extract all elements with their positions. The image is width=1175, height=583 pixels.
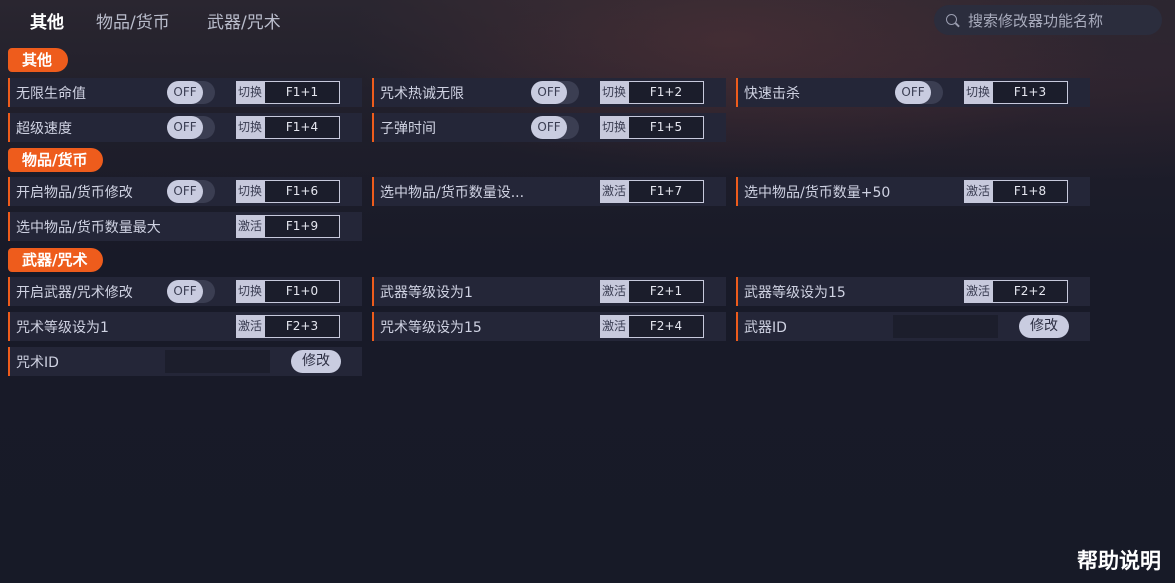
top-bar: 其他 物品/货币 武器/咒术 — [0, 0, 1175, 40]
toggle-state: OFF — [531, 116, 567, 139]
cheat-row-bullet-time: 子弹时间 OFF 切换 F1+5 — [372, 113, 726, 142]
activate-button[interactable]: 激活 — [236, 215, 264, 238]
switch-button[interactable]: 切换 — [236, 180, 264, 203]
hotkey-field[interactable]: F1+7 — [628, 180, 704, 203]
cheat-label: 选中物品/货币数量+50 — [744, 185, 891, 201]
cheat-label: 无限生命值 — [16, 86, 86, 102]
cheat-label: 选中物品/货币数量设... — [380, 185, 525, 201]
tab-other[interactable]: 其他 — [30, 8, 64, 33]
cheat-row-item-qty-max: 选中物品/货币数量最大 激活 F1+9 — [8, 212, 362, 241]
cheat-label: 子弹时间 — [380, 121, 436, 137]
tab-weapons-spells[interactable]: 武器/咒术 — [207, 8, 281, 33]
section-header-items-currency: 物品/货币 — [8, 148, 104, 172]
search-icon — [946, 14, 957, 25]
cheat-row-enable-item-mod: 开启物品/货币修改 OFF 切换 F1+6 — [8, 177, 362, 206]
toggle-state: OFF — [167, 280, 203, 303]
cheat-row-weapon-id: 武器ID 修改 — [736, 312, 1090, 341]
hotkey-field[interactable]: F2+4 — [628, 315, 704, 338]
switch-button[interactable]: 切换 — [236, 81, 264, 104]
hotkey-field[interactable]: F1+8 — [992, 180, 1068, 203]
cheat-row-spell-id: 咒术ID 修改 — [8, 347, 362, 376]
cheat-row-infinite-health: 无限生命值 OFF 切换 F1+1 — [8, 78, 362, 107]
activate-button[interactable]: 激活 — [600, 180, 628, 203]
cheat-row-quick-kill: 快速击杀 OFF 切换 F1+3 — [736, 78, 1090, 107]
switch-button[interactable]: 切换 — [236, 280, 264, 303]
activate-button[interactable]: 激活 — [600, 280, 628, 303]
cheat-row-item-qty-plus50: 选中物品/货币数量+50 激活 F1+8 — [736, 177, 1090, 206]
cheat-label: 武器等级设为1 — [380, 285, 473, 301]
cheat-row-weapon-level-15: 武器等级设为15 激活 F2+2 — [736, 277, 1090, 306]
hotkey-field[interactable]: F1+0 — [264, 280, 340, 303]
cheat-row-spell-heat: 咒术热诚无限 OFF 切换 F1+2 — [372, 78, 726, 107]
hotkey-field[interactable]: F1+9 — [264, 215, 340, 238]
cheat-label: 武器等级设为15 — [744, 285, 846, 301]
cheat-label: 超级速度 — [16, 121, 72, 137]
toggle-switch[interactable]: OFF — [167, 116, 215, 139]
activate-button[interactable]: 激活 — [236, 315, 264, 338]
toggle-switch[interactable]: OFF — [531, 81, 579, 104]
weapon-id-input[interactable] — [893, 315, 998, 338]
switch-button[interactable]: 切换 — [600, 81, 628, 104]
cheat-label: 咒术等级设为1 — [16, 320, 109, 336]
cheat-label: 咒术ID — [16, 355, 59, 371]
toggle-state: OFF — [167, 81, 203, 104]
help-link[interactable]: 帮助说明 — [1077, 545, 1161, 575]
toggle-switch[interactable]: OFF — [167, 81, 215, 104]
hotkey-field[interactable]: F1+1 — [264, 81, 340, 104]
hotkey-field[interactable]: F1+5 — [628, 116, 704, 139]
cheat-label: 选中物品/货币数量最大 — [16, 220, 161, 236]
tab-items-currency[interactable]: 物品/货币 — [96, 8, 170, 33]
toggle-switch[interactable]: OFF — [531, 116, 579, 139]
modify-button[interactable]: 修改 — [1019, 315, 1069, 338]
toggle-switch[interactable]: OFF — [167, 180, 215, 203]
hotkey-field[interactable]: F1+6 — [264, 180, 340, 203]
cheat-label: 武器ID — [744, 320, 787, 336]
cheat-row-spell-level-1: 咒术等级设为1 激活 F2+3 — [8, 312, 362, 341]
toggle-state: OFF — [531, 81, 567, 104]
section-header-other: 其他 — [8, 48, 69, 72]
cheat-label: 咒术热诚无限 — [380, 86, 464, 102]
spell-id-input[interactable] — [165, 350, 270, 373]
hotkey-field[interactable]: F2+3 — [264, 315, 340, 338]
toggle-state: OFF — [167, 116, 203, 139]
switch-button[interactable]: 切换 — [600, 116, 628, 139]
activate-button[interactable]: 激活 — [964, 180, 992, 203]
hotkey-field[interactable]: F1+4 — [264, 116, 340, 139]
cheat-label: 开启物品/货币修改 — [16, 185, 133, 201]
activate-button[interactable]: 激活 — [600, 315, 628, 338]
search-input[interactable] — [966, 5, 1160, 37]
hotkey-field[interactable]: F2+1 — [628, 280, 704, 303]
activate-button[interactable]: 激活 — [964, 280, 992, 303]
hotkey-field[interactable]: F1+3 — [992, 81, 1068, 104]
cheat-row-weapon-level-1: 武器等级设为1 激活 F2+1 — [372, 277, 726, 306]
cheat-label: 开启武器/咒术修改 — [16, 285, 133, 301]
hotkey-field[interactable]: F1+2 — [628, 81, 704, 104]
switch-button[interactable]: 切换 — [964, 81, 992, 104]
switch-button[interactable]: 切换 — [236, 116, 264, 139]
cheat-label: 快速击杀 — [744, 86, 800, 102]
toggle-state: OFF — [167, 180, 203, 203]
cheat-row-enable-weapon-mod: 开启武器/咒术修改 OFF 切换 F1+0 — [8, 277, 362, 306]
search-box[interactable] — [934, 5, 1162, 37]
section-header-weapons-spells: 武器/咒术 — [8, 248, 104, 272]
cheat-row-spell-level-15: 咒术等级设为15 激活 F2+4 — [372, 312, 726, 341]
modify-button[interactable]: 修改 — [291, 350, 341, 373]
hotkey-field[interactable]: F2+2 — [992, 280, 1068, 303]
cheat-row-super-speed: 超级速度 OFF 切换 F1+4 — [8, 113, 362, 142]
toggle-state: OFF — [895, 81, 931, 104]
cheat-row-set-item-qty: 选中物品/货币数量设... 激活 F1+7 — [372, 177, 726, 206]
toggle-switch[interactable]: OFF — [167, 280, 215, 303]
toggle-switch[interactable]: OFF — [895, 81, 943, 104]
cheat-label: 咒术等级设为15 — [380, 320, 482, 336]
